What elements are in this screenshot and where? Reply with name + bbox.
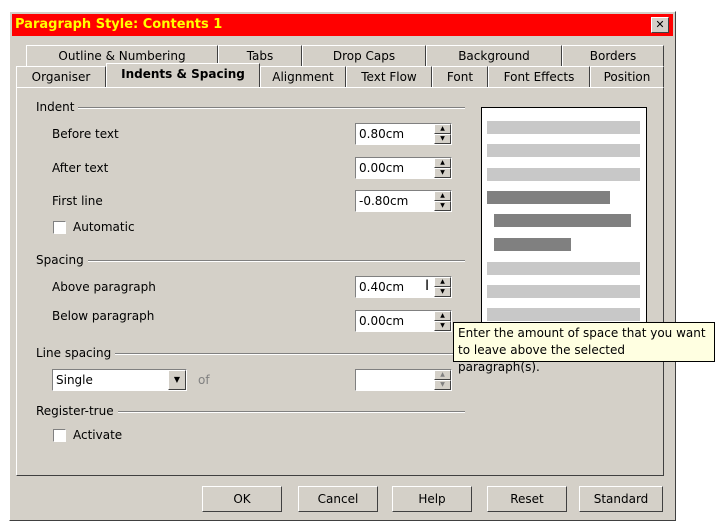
spin-down-icon[interactable]: ▼ (434, 287, 451, 297)
dialog-title: Paragraph Style: Contents 1 (15, 17, 223, 32)
standard-button[interactable]: Standard (579, 486, 663, 512)
below-paragraph-value[interactable]: 0.00cm (359, 314, 404, 328)
spacing-group-label: Spacing (36, 253, 88, 267)
tab-label: Background (458, 49, 530, 63)
after-text-value[interactable]: 0.00cm (359, 161, 404, 175)
spin-up-icon: ▲ (434, 370, 451, 380)
spin-up-icon[interactable]: ▲ (434, 311, 451, 321)
tab-label: Tabs (246, 49, 274, 63)
tab-font-effects[interactable]: Font Effects (488, 66, 590, 87)
preview-line (487, 285, 640, 298)
above-paragraph-label: Above paragraph (52, 280, 156, 294)
automatic-label: Automatic (73, 220, 135, 234)
title-bar: Paragraph Style: Contents 1 ✕ (12, 14, 673, 36)
tab-position[interactable]: Position (590, 66, 664, 87)
first-line-value[interactable]: -0.80cm (359, 194, 408, 208)
automatic-checkbox[interactable] (53, 221, 66, 234)
tooltip-line: to leave above the selected paragraph(s)… (458, 343, 626, 374)
tab-indents-spacing[interactable]: Indents & Spacing (106, 63, 260, 87)
below-paragraph-label: Below paragraph (52, 309, 155, 323)
below-paragraph-spin[interactable]: 0.00cm ▲ ▼ (355, 310, 452, 332)
tab-drop-caps[interactable]: Drop Caps (302, 45, 426, 66)
close-icon[interactable]: ✕ (651, 17, 669, 33)
tab-borders[interactable]: Borders (562, 45, 664, 66)
before-text-label: Before text (52, 127, 119, 141)
activate-checkbox[interactable] (53, 429, 66, 442)
activate-label: Activate (73, 428, 123, 442)
spin-down-icon[interactable]: ▼ (434, 134, 451, 144)
reset-button[interactable]: Reset (487, 486, 567, 512)
above-paragraph-value[interactable]: 0.40cm (359, 280, 404, 294)
line-spacing-of-spin[interactable]: ▲ ▼ (355, 369, 452, 391)
tab-label: Borders (589, 49, 637, 63)
tab-label: Font Effects (503, 70, 575, 84)
preview-line (487, 308, 640, 321)
spacing-group-line (40, 260, 465, 262)
tab-alignment[interactable]: Alignment (260, 66, 346, 87)
preview-line (487, 144, 640, 157)
before-text-spin[interactable]: 0.80cm ▲ ▼ (355, 123, 452, 145)
above-paragraph-spin[interactable]: 0.40cm ▲ ▼ (355, 276, 452, 298)
spin-up-icon[interactable]: ▲ (434, 124, 451, 134)
line-spacing-group-label: Line spacing (36, 346, 116, 360)
spin-up-icon[interactable]: ▲ (434, 158, 451, 168)
tab-label: Outline & Numbering (58, 49, 186, 63)
help-button[interactable]: Help (392, 486, 472, 512)
after-text-spin[interactable]: 0.00cm ▲ ▼ (355, 157, 452, 179)
tab-label: Text Flow (361, 70, 417, 84)
first-line-spin[interactable]: -0.80cm ▲ ▼ (355, 190, 452, 212)
preview-line (487, 168, 640, 181)
spin-up-icon[interactable]: ▲ (434, 191, 451, 201)
preview-line (487, 262, 640, 275)
cancel-button[interactable]: Cancel (298, 486, 378, 512)
tab-background[interactable]: Background (426, 45, 562, 66)
preview-line (494, 238, 571, 251)
chevron-down-icon[interactable]: ▼ (168, 370, 186, 390)
of-label: of (198, 373, 210, 387)
preview-line (487, 191, 610, 204)
ok-button[interactable]: OK (202, 486, 282, 512)
tab-organiser[interactable]: Organiser (16, 66, 106, 87)
before-text-value[interactable]: 0.80cm (359, 127, 404, 141)
line-spacing-selected: Single (56, 373, 93, 387)
spin-down-icon[interactable]: ▼ (434, 321, 451, 331)
spin-down-icon[interactable]: ▼ (434, 168, 451, 178)
tab-label: Font (446, 70, 474, 84)
indent-group-line (40, 107, 465, 109)
tooltip: Enter the amount of space that you want … (453, 322, 715, 374)
spin-down-icon: ▼ (434, 380, 451, 390)
tab-text-flow[interactable]: Text Flow (346, 66, 432, 87)
text-cursor-icon: I (425, 278, 430, 294)
after-text-label: After text (52, 161, 109, 175)
line-spacing-select[interactable]: Single ▼ (52, 369, 187, 391)
first-line-label: First line (52, 194, 103, 208)
paragraph-preview (481, 107, 647, 332)
preview-line (494, 214, 631, 227)
tab-label: Position (603, 70, 651, 84)
spin-up-icon[interactable]: ▲ (434, 277, 451, 287)
tooltip-line: Enter the amount of space that you want (458, 326, 706, 340)
tab-label: Indents & Spacing (121, 67, 245, 81)
preview-line (487, 121, 640, 134)
tab-font[interactable]: Font (432, 66, 488, 87)
tab-label: Drop Caps (332, 49, 396, 63)
tab-label: Alignment (272, 70, 334, 84)
indent-group-label: Indent (36, 100, 79, 114)
register-true-group-label: Register-true (36, 404, 118, 418)
tab-label: Organiser (31, 70, 91, 84)
spin-down-icon[interactable]: ▼ (434, 201, 451, 211)
